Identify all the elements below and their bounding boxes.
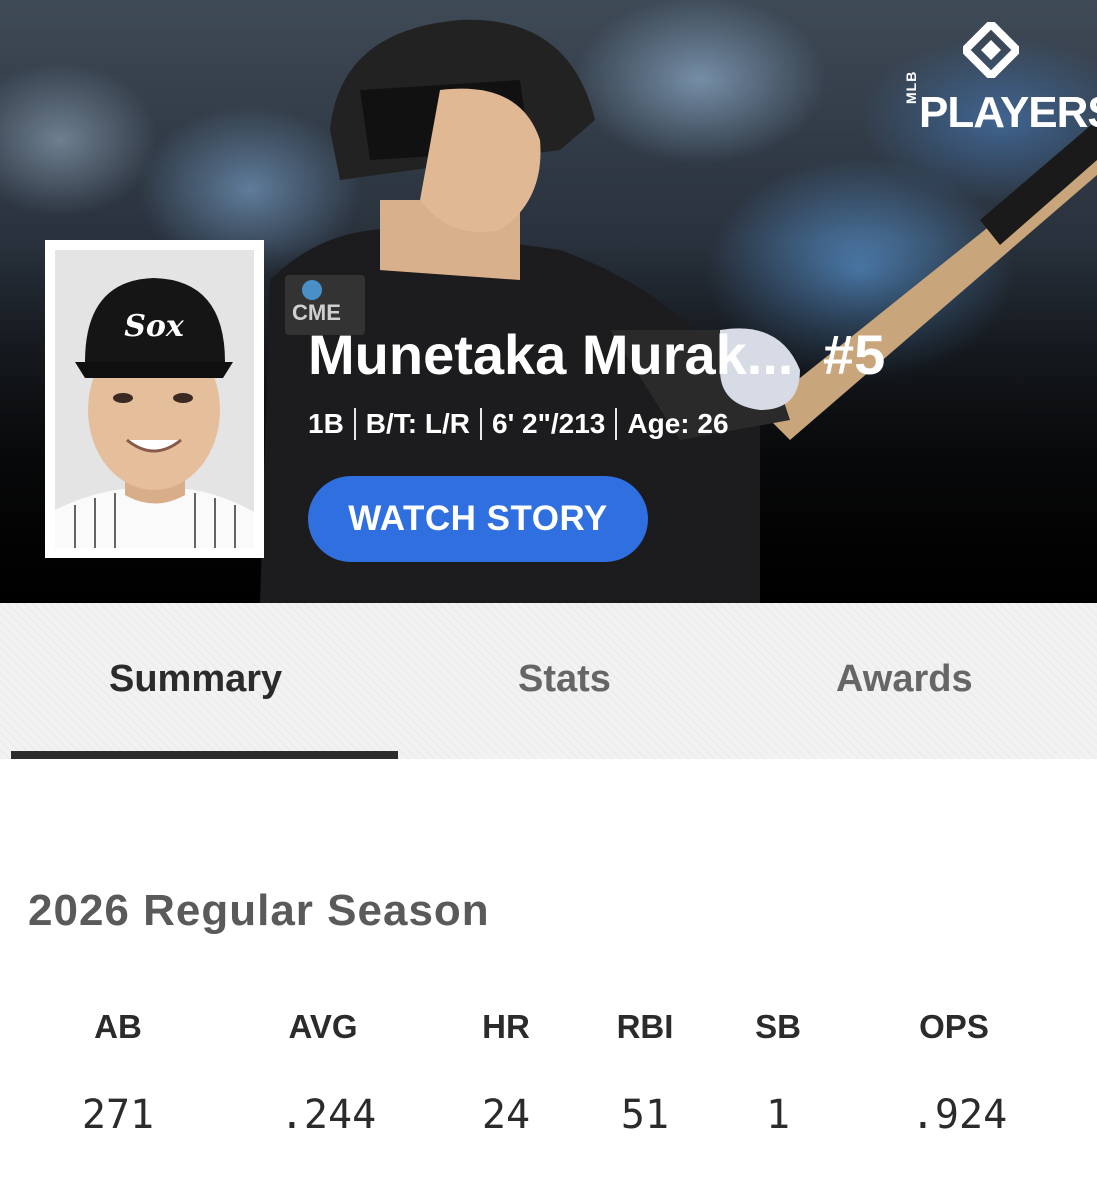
stat-value-ab: 271 (81, 1092, 155, 1138)
hero-banner: CME MLB PLAYERS Sox Munetaka Murak... #5… (0, 0, 1097, 603)
profile-tabs: Summary Stats Awards (0, 603, 1097, 759)
stat-value-hr: 24 (481, 1092, 531, 1138)
active-tab-indicator (11, 751, 398, 759)
stat-header-ops: OPS (919, 1008, 989, 1045)
tab-awards[interactable]: Awards (836, 658, 973, 701)
stat-value-ops: .924 (910, 1092, 1008, 1138)
tab-stats[interactable]: Stats (518, 658, 611, 701)
meta-divider (353, 408, 356, 440)
player-name-line: Munetaka Murak... #5 (308, 322, 885, 387)
player-bats-throws: B/T: L/R (365, 408, 471, 439)
logo-mlb-text: MLB (903, 70, 919, 104)
cap-sox-logo: Sox (124, 309, 185, 344)
season-title: 2026 Regular Season (28, 886, 490, 935)
stat-value-sb: 1 (765, 1092, 791, 1138)
player-age: Age: 26 (627, 408, 729, 439)
logo-players-text: PLAYERS (919, 88, 1097, 137)
watch-story-button[interactable]: WATCH STORY (308, 476, 648, 562)
headshot-image: Sox (55, 250, 254, 548)
stat-header-rbi: RBI (616, 1008, 674, 1045)
mlb-players-logo: MLB PLAYERS (885, 22, 1097, 142)
player-name: Munetaka Murak... (308, 323, 794, 386)
stat-header-sb: SB (755, 1008, 801, 1045)
player-height-weight: 6' 2"/213 (492, 408, 606, 439)
tab-summary[interactable]: Summary (109, 658, 282, 701)
player-position: 1B (308, 408, 344, 439)
player-number: #5 (823, 323, 886, 386)
stat-header-hr: HR (482, 1008, 530, 1045)
stat-header-avg: AVG (288, 1008, 358, 1045)
meta-divider (615, 408, 618, 440)
stat-value-rbi: 51 (620, 1092, 670, 1138)
player-headshot: Sox (45, 240, 264, 558)
stat-header-ab: AB (94, 1008, 142, 1045)
diamond-logo-icon (963, 22, 1019, 78)
player-meta: 1B B/T: L/R 6' 2"/213 Age: 26 (308, 408, 729, 440)
stat-value-avg: .244 (279, 1092, 377, 1138)
meta-divider (480, 408, 483, 440)
